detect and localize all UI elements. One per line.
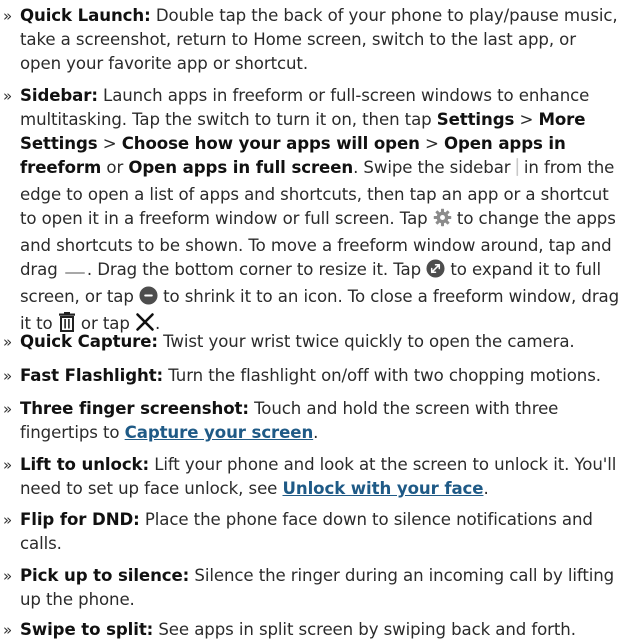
item-title: Sidebar: [20, 86, 98, 105]
bullet: » [3, 456, 13, 474]
path-separator: > [514, 110, 539, 129]
minimize-icon [139, 286, 158, 312]
item-text: Turn the flashlight on/off with two chop… [163, 366, 601, 385]
expand-icon [426, 259, 445, 285]
bullet: » [3, 87, 13, 105]
item-text: Twist your wrist twice quickly to open t… [157, 332, 575, 351]
item-text: . [483, 479, 489, 498]
drag-handle-icon [63, 261, 87, 285]
path-separator: > [419, 134, 444, 153]
bullet: » [3, 400, 13, 418]
feature-list: » Quick Launch: Double tap the back of y… [0, 0, 621, 639]
gear-icon [433, 208, 452, 234]
list-item-lift-to-unlock: » Lift to unlock: Lift your phone and lo… [0, 453, 621, 501]
bullet: » [3, 621, 13, 639]
menu-option-full-screen: Open apps in full screen [128, 158, 354, 177]
item-title: Three finger screenshot: [20, 399, 249, 418]
item-title: Swipe to split: [20, 620, 154, 639]
list-item-quick-capture: » Quick Capture: Twist your wrist twice … [0, 330, 621, 354]
list-item-three-finger-screenshot: » Three finger screenshot: Touch and hol… [0, 397, 621, 445]
path-separator: > [97, 134, 122, 153]
bullet: » [3, 333, 13, 351]
item-title: Quick Launch: [20, 6, 151, 25]
list-item-pick-up-to-silence: » Pick up to silence: Silence the ringer… [0, 564, 621, 612]
bullet: » [3, 7, 13, 25]
unlock-with-your-face-link[interactable]: Unlock with your face [282, 479, 483, 498]
capture-your-screen-link[interactable]: Capture your screen [125, 423, 314, 442]
item-title: Fast Flashlight: [20, 366, 164, 385]
item-text: See apps in split screen by swiping back… [153, 620, 576, 639]
item-text: or [101, 158, 129, 177]
item-title: Quick Capture: [20, 332, 158, 351]
item-text: . [313, 423, 319, 442]
menu-path-choose-apps-open: Choose how your apps will open [121, 134, 420, 153]
item-title: Pick up to silence: [20, 566, 190, 585]
menu-path-settings: Settings [436, 110, 515, 129]
list-item-quick-launch: » Quick Launch: Double tap the back of y… [0, 4, 621, 76]
list-item-fast-flashlight: » Fast Flashlight: Turn the flashlight o… [0, 364, 621, 388]
item-title: Flip for DND: [20, 510, 140, 529]
list-item-swipe-to-split: » Swipe to split: See apps in split scre… [0, 618, 621, 642]
item-title: Lift to unlock: [20, 455, 150, 474]
item-text: . Swipe the sidebar [353, 158, 516, 177]
bullet: » [3, 367, 13, 385]
item-text: . Drag the bottom corner to resize it. T… [86, 260, 427, 279]
bullet: » [3, 567, 13, 585]
list-item-flip-for-dnd: » Flip for DND: Place the phone face dow… [0, 508, 621, 556]
list-item-sidebar: » Sidebar: Launch apps in freeform or fu… [0, 84, 621, 339]
bullet: » [3, 511, 13, 529]
